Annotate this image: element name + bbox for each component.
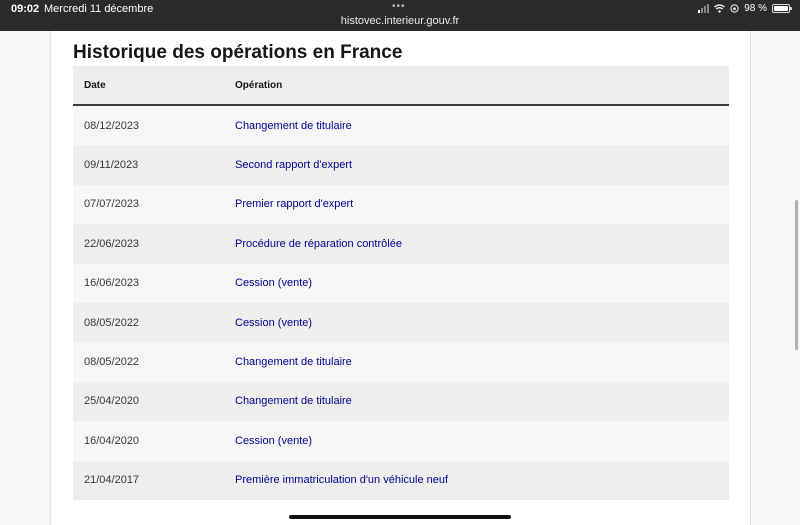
table-row: 16/04/2020 Cession (vente) bbox=[73, 421, 729, 461]
table-row: 09/11/2023 Second rapport d'expert bbox=[73, 145, 729, 185]
page-scrollbar[interactable] bbox=[795, 200, 798, 350]
table-row: 25/04/2020 Changement de titulaire bbox=[73, 381, 729, 422]
row-date: 21/04/2017 bbox=[84, 474, 140, 487]
column-header-operation: Opération bbox=[235, 79, 283, 91]
row-date: 08/05/2022 bbox=[84, 316, 140, 329]
row-operation-link[interactable]: Changement de titulaire bbox=[235, 356, 352, 368]
row-operation-link[interactable]: Première immatriculation d'un véhicule n… bbox=[235, 474, 448, 486]
battery-icon bbox=[772, 4, 792, 13]
row-operation-link[interactable]: Changement de titulaire bbox=[235, 395, 352, 407]
table-row: 08/12/2023 Changement de titulaire bbox=[73, 106, 729, 146]
page-title: Historique des opérations en France bbox=[73, 42, 403, 63]
row-date: 16/06/2023 bbox=[84, 277, 140, 290]
row-operation-link[interactable]: Cession (vente) bbox=[235, 277, 312, 289]
table-row: 08/05/2022 Cession (vente) bbox=[73, 302, 729, 343]
status-time: 09:02 bbox=[11, 3, 40, 15]
column-header-date: Date bbox=[84, 79, 106, 91]
address-bar-url[interactable]: histovec.interieur.gouv.fr bbox=[0, 15, 800, 27]
status-date: Mercredi 11 décembre bbox=[44, 3, 154, 15]
row-date: 22/06/2023 bbox=[84, 237, 140, 250]
status-bar: 09:02 Mercredi 11 décembre ••• histovec.… bbox=[0, 0, 800, 31]
table-row: 16/06/2023 Cession (vente) bbox=[73, 263, 729, 303]
table-row: 08/05/2022 Changement de titulaire bbox=[73, 342, 729, 382]
row-operation-link[interactable]: Procédure de réparation contrôlée bbox=[235, 238, 402, 250]
row-operation-link[interactable]: Cession (vente) bbox=[235, 317, 312, 329]
row-operation-link[interactable]: Second rapport d'expert bbox=[235, 159, 352, 171]
wifi-icon bbox=[714, 4, 726, 13]
status-icons: 98 % bbox=[698, 3, 792, 14]
table-row: 07/07/2023 Premier rapport d'expert bbox=[73, 184, 729, 225]
row-date: 07/07/2023 bbox=[84, 198, 140, 211]
row-operation-link[interactable]: Premier rapport d'expert bbox=[235, 198, 353, 210]
screen-lock-icon bbox=[730, 4, 739, 13]
operations-table: Date Opération 08/12/2023 Changement de … bbox=[73, 66, 729, 500]
row-date: 08/05/2022 bbox=[84, 356, 140, 369]
table-body: 08/12/2023 Changement de titulaire 09/11… bbox=[73, 106, 729, 500]
row-date: 08/12/2023 bbox=[84, 119, 140, 132]
row-operation-link[interactable]: Cession (vente) bbox=[235, 435, 312, 447]
home-indicator[interactable] bbox=[289, 515, 511, 519]
multitasking-dots-icon[interactable]: ••• bbox=[392, 1, 406, 12]
row-date: 25/04/2020 bbox=[84, 395, 140, 408]
row-date: 09/11/2023 bbox=[84, 159, 139, 172]
table-row: 21/04/2017 Première immatriculation d'un… bbox=[73, 460, 729, 500]
battery-percent: 98 % bbox=[744, 3, 767, 14]
table-header: Date Opération bbox=[73, 66, 729, 106]
page-content: Historique des opérations en France Date… bbox=[50, 31, 751, 525]
row-operation-link[interactable]: Changement de titulaire bbox=[235, 120, 352, 132]
row-date: 16/04/2020 bbox=[84, 434, 140, 447]
table-row: 22/06/2023 Procédure de réparation contr… bbox=[73, 224, 729, 264]
cellular-signal-icon bbox=[698, 4, 710, 13]
